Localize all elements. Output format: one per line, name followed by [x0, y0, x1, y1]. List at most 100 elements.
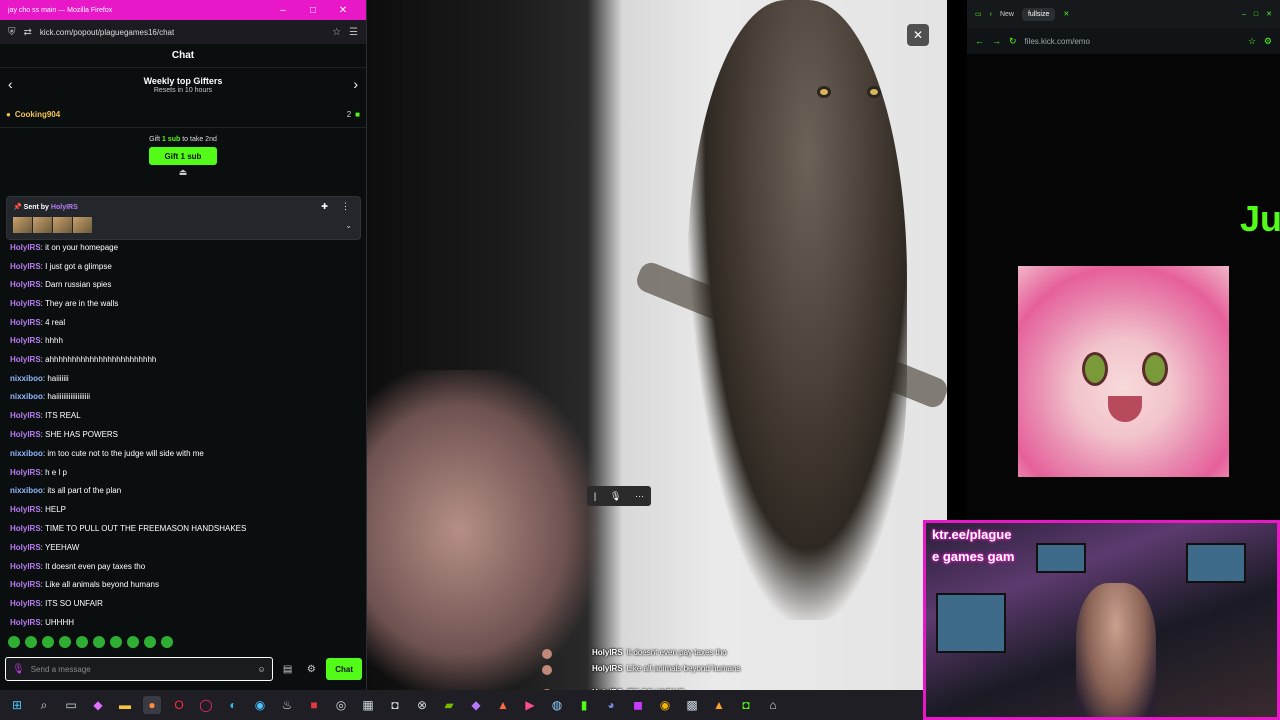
- close-video-icon[interactable]: ✕: [907, 24, 929, 46]
- camera-icon[interactable]: ◘: [386, 696, 404, 714]
- chat-username[interactable]: HolyIRS: [10, 505, 41, 514]
- address-bar[interactable]: ⛨ ⇄ kick.com/popout/plaguegames16/chat ☆…: [0, 20, 366, 44]
- chat-username[interactable]: HolyIRS: [10, 562, 41, 571]
- top-gifter-name[interactable]: Cooking904: [15, 110, 60, 119]
- app-icon[interactable]: ▲: [494, 696, 512, 714]
- drag-handle-icon[interactable]: |: [594, 491, 596, 501]
- emote-quick-icon[interactable]: [59, 636, 71, 648]
- lock-icon[interactable]: ⇄: [24, 27, 32, 38]
- obs-icon[interactable]: ◎: [332, 696, 350, 714]
- shield-icon[interactable]: ⛨: [8, 27, 16, 38]
- chat-username[interactable]: nixxiboo: [10, 392, 43, 401]
- app-icon[interactable]: ▩: [683, 696, 701, 714]
- chat-username[interactable]: HolyIRS: [10, 430, 41, 439]
- chat-username[interactable]: HolyIRS: [10, 299, 41, 308]
- more-options-icon[interactable]: ⋮: [341, 201, 350, 212]
- steam-icon[interactable]: ♨: [278, 696, 296, 714]
- app-icon[interactable]: ▲: [710, 696, 728, 714]
- reload-icon[interactable]: ↻: [1009, 36, 1017, 47]
- tab-fullsize[interactable]: fullsize: [1021, 7, 1056, 21]
- xbox-icon[interactable]: ⊗: [413, 696, 431, 714]
- nvidia-icon[interactable]: ▰: [440, 696, 458, 714]
- bookmark-star-icon[interactable]: ☆: [1248, 36, 1256, 47]
- tab-overview-icon[interactable]: ▭: [975, 10, 982, 18]
- chat-username[interactable]: HolyIRS: [10, 355, 41, 364]
- minimize-icon[interactable]: –: [268, 5, 298, 16]
- app-icon[interactable]: ◘: [737, 696, 755, 714]
- settings-gear-icon[interactable]: ⚙: [302, 664, 320, 675]
- chat-username[interactable]: HolyIRS: [10, 243, 41, 252]
- back-icon[interactable]: ←: [975, 36, 984, 46]
- chevron-right-icon[interactable]: ›: [353, 76, 358, 92]
- emote-quick-icon[interactable]: [93, 636, 105, 648]
- tab-close-icon[interactable]: ✕: [1063, 10, 1069, 18]
- menu-icon[interactable]: ☰: [349, 27, 358, 38]
- chat-username[interactable]: HolyIRS: [10, 599, 41, 608]
- chat-input-field[interactable]: 🎙 Send a message ☺: [5, 657, 273, 681]
- chat-message-list[interactable]: HolyIRS: it on your homepage HolyIRS: I j…: [0, 234, 366, 630]
- chat-username[interactable]: HolyIRS: [10, 411, 41, 420]
- copilot-icon[interactable]: ◆: [89, 696, 107, 714]
- tab-new[interactable]: New: [1000, 11, 1014, 18]
- emoji-icon[interactable]: ☺: [257, 665, 265, 674]
- maximize-icon[interactable]: □: [298, 5, 328, 16]
- forward-icon[interactable]: →: [992, 36, 1001, 46]
- app-icon[interactable]: ▶: [521, 696, 539, 714]
- emote-quick-icon[interactable]: [42, 636, 54, 648]
- emote-quick-icon[interactable]: [25, 636, 37, 648]
- chat-username[interactable]: HolyIRS: [10, 336, 41, 345]
- app-icon[interactable]: ◆: [467, 696, 485, 714]
- chat-username[interactable]: nixxiboo: [10, 449, 43, 458]
- emote-quick-icon[interactable]: [76, 636, 88, 648]
- pinned-user[interactable]: HolyIRS: [51, 204, 78, 211]
- chevron-left-icon[interactable]: ‹: [8, 76, 13, 92]
- chat-username[interactable]: HolyIRS: [10, 618, 41, 627]
- file-explorer-icon[interactable]: ▬: [116, 696, 134, 714]
- right-address-bar[interactable]: ← → ↻ files.kick.com/emo ☆ ⚙: [967, 28, 1280, 54]
- minimize-icon[interactable]: –: [1242, 11, 1246, 18]
- app-icon[interactable]: ⌂: [764, 696, 782, 714]
- chat-username[interactable]: HolyIRS: [10, 543, 41, 552]
- url-text[interactable]: kick.com/popout/plaguegames16/chat: [40, 28, 324, 37]
- right-url-text[interactable]: files.kick.com/emo: [1025, 37, 1240, 46]
- chat-input-placeholder[interactable]: Send a message: [31, 665, 252, 674]
- microphone-icon[interactable]: 🎙: [12, 664, 25, 675]
- task-view-icon[interactable]: ▭: [62, 696, 80, 714]
- bookmark-star-icon[interactable]: ☆: [332, 27, 341, 38]
- more-icon[interactable]: ···: [635, 491, 644, 501]
- chrome-icon[interactable]: ◉: [656, 696, 674, 714]
- chat-username[interactable]: HolyIRS: [10, 580, 41, 589]
- chat-username[interactable]: HolyIRS: [10, 318, 41, 327]
- chat-username[interactable]: HolyIRS: [10, 524, 41, 533]
- collapse-icon[interactable]: ⏏: [0, 167, 366, 178]
- tab-scroll-left-icon[interactable]: ‹: [990, 11, 992, 18]
- close-icon[interactable]: ✕: [328, 5, 358, 16]
- maximize-icon[interactable]: □: [1254, 11, 1258, 18]
- app-icon[interactable]: ◼: [629, 696, 647, 714]
- emote-quick-icon[interactable]: [161, 636, 173, 648]
- opera-gx-icon[interactable]: ◯: [197, 696, 215, 714]
- start-windows-icon[interactable]: ⊞: [8, 696, 26, 714]
- microphone-icon[interactable]: 🎙: [610, 491, 621, 502]
- chat-username[interactable]: HolyIRS: [10, 468, 41, 477]
- app-icon[interactable]: ▮: [575, 696, 593, 714]
- gift-sub-button[interactable]: Gift 1 sub: [149, 147, 217, 165]
- search-icon[interactable]: ⌕: [35, 696, 53, 714]
- app-icon[interactable]: ◍: [548, 696, 566, 714]
- pin-icon[interactable]: ✚: [321, 202, 328, 211]
- chat-username[interactable]: nixxiboo: [10, 486, 43, 495]
- browser-icon[interactable]: ◉: [251, 696, 269, 714]
- chat-username[interactable]: nixxiboo: [10, 374, 43, 383]
- app-red-icon[interactable]: ■: [305, 696, 323, 714]
- chat-username[interactable]: HolyIRS: [10, 262, 41, 271]
- chevron-down-icon[interactable]: ⌄: [345, 221, 352, 230]
- video-player[interactable]: ✕ | 🎙 ··· HolyIRS It doesnt even pay taxe…: [367, 0, 947, 690]
- emote-quick-icon[interactable]: [144, 636, 156, 648]
- chat-username[interactable]: HolyIRS: [10, 280, 41, 289]
- app-icon[interactable]: ▦: [359, 696, 377, 714]
- send-chat-button[interactable]: Chat: [326, 658, 362, 680]
- opera-icon[interactable]: O: [170, 696, 188, 714]
- close-icon[interactable]: ✕: [1266, 10, 1272, 18]
- emote-quick-icon[interactable]: [8, 636, 20, 648]
- emote-quick-icon[interactable]: [110, 636, 122, 648]
